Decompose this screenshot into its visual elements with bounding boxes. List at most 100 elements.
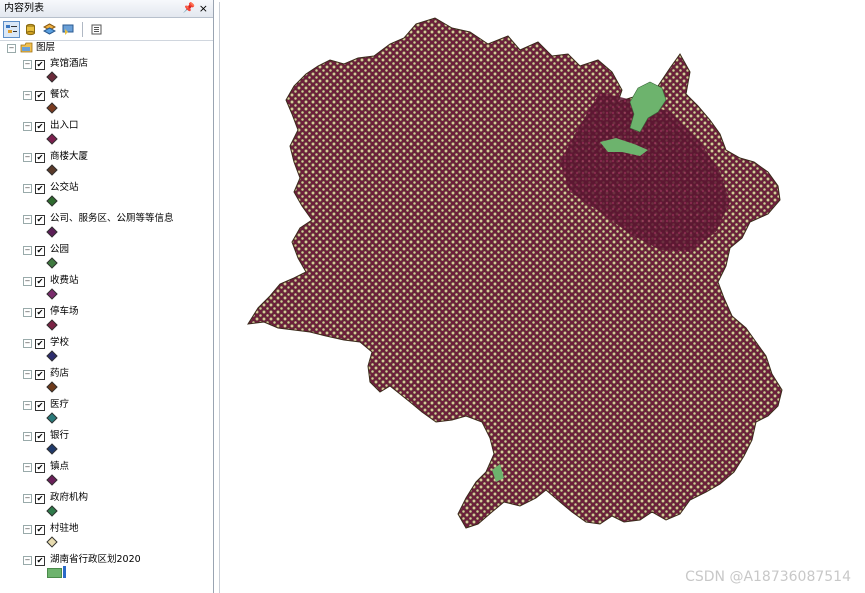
layer-visibility-checkbox[interactable]: ✔	[35, 91, 45, 101]
table-of-contents-panel: 内容列表 📌 × − 图层 −✔宾馆酒店−✔餐饮−✔出入口−	[0, 0, 214, 593]
collapse-toggle[interactable]: −	[23, 370, 32, 379]
collapse-toggle[interactable]: −	[23, 432, 32, 441]
layer-label[interactable]: 餐饮	[50, 88, 69, 102]
map-view[interactable]: CSDN @A18736087514	[219, 2, 865, 593]
collapse-toggle[interactable]: −	[23, 246, 32, 255]
toc-title-bar: 内容列表 📌 ×	[0, 0, 213, 18]
layer-label[interactable]: 银行	[50, 429, 69, 443]
layer-label[interactable]: 药店	[50, 367, 69, 381]
collapse-toggle[interactable]: −	[23, 215, 32, 224]
point-symbol-icon	[46, 412, 58, 424]
list-by-drawing-order-icon[interactable]	[3, 20, 20, 38]
layer-item[interactable]: − ✔ 公园	[0, 242, 212, 273]
point-symbol-icon	[46, 350, 58, 362]
layer-visibility-checkbox[interactable]: ✔	[35, 215, 45, 225]
point-symbol-icon	[46, 443, 58, 455]
layer-visibility-checkbox[interactable]: ✔	[35, 370, 45, 380]
root-layers-label: 图层	[36, 42, 56, 53]
point-symbol-icon	[46, 257, 58, 269]
layer-item[interactable]: − ✔ 学校	[0, 335, 212, 366]
collapse-toggle[interactable]: −	[23, 153, 32, 162]
point-symbol-icon	[46, 536, 58, 548]
point-symbol-icon	[46, 226, 58, 238]
layer-item[interactable]: − ✔ 湖南省行政区划2020	[0, 552, 212, 583]
layer-label[interactable]: 公园	[50, 243, 69, 257]
layer-item[interactable]: − ✔ 村驻地	[0, 521, 212, 552]
layer-item[interactable]: − ✔ 宾馆酒店	[0, 56, 212, 87]
layer-item[interactable]: − ✔ 镇点	[0, 459, 212, 490]
collapse-toggle[interactable]: −	[23, 525, 32, 534]
layer-label[interactable]: 公交站	[50, 181, 79, 195]
layer-item[interactable]: − ✔ 公司、服务区、公厕等等信息	[0, 211, 212, 242]
layer-label[interactable]: 政府机构	[50, 491, 88, 505]
collapse-toggle[interactable]: −	[23, 401, 32, 410]
collapse-toggle[interactable]: −	[23, 60, 32, 69]
point-symbol-icon	[46, 381, 58, 393]
point-symbol-icon	[46, 133, 58, 145]
close-icon[interactable]: ×	[199, 0, 208, 17]
collapse-toggle[interactable]: −	[23, 184, 32, 193]
layer-label[interactable]: 商楼大厦	[50, 150, 88, 164]
layer-item[interactable]: − ✔ 餐饮	[0, 87, 212, 118]
layer-visibility-checkbox[interactable]: ✔	[35, 339, 45, 349]
collapse-toggle[interactable]: −	[23, 463, 32, 472]
layer-tree: − 图层 − ✔ 宾馆酒店 − ✔ 餐饮 − ✔ 出入口 − ✔ 商楼大厦 − ✔ 公交站 − ✔ 公司、服务区、…	[0, 40, 212, 583]
collapse-toggle[interactable]: −	[23, 494, 32, 503]
layer-label[interactable]: 医疗	[50, 398, 69, 412]
pin-icon[interactable]: 📌	[183, 0, 195, 17]
layer-label[interactable]: 湖南省行政区划2020	[50, 553, 141, 567]
point-symbol-icon	[46, 505, 58, 517]
layer-visibility-checkbox[interactable]: ✔	[35, 401, 45, 411]
collapse-toggle[interactable]: −	[23, 122, 32, 131]
layer-visibility-checkbox[interactable]: ✔	[35, 60, 45, 70]
layer-visibility-checkbox[interactable]: ✔	[35, 525, 45, 535]
point-symbol-icon	[46, 71, 58, 83]
layer-visibility-checkbox[interactable]: ✔	[35, 308, 45, 318]
collapse-toggle[interactable]: −	[23, 339, 32, 348]
layer-visibility-checkbox[interactable]: ✔	[35, 494, 45, 504]
list-by-visibility-icon[interactable]	[41, 21, 58, 38]
list-by-source-icon[interactable]	[22, 21, 39, 38]
layer-label[interactable]: 村驻地	[50, 522, 79, 536]
collapse-toggle[interactable]: −	[23, 91, 32, 100]
layer-label[interactable]: 停车场	[50, 305, 79, 319]
layer-item[interactable]: − ✔ 公交站	[0, 180, 212, 211]
layer-visibility-checkbox[interactable]: ✔	[35, 184, 45, 194]
collapse-toggle[interactable]: −	[23, 308, 32, 317]
layer-visibility-checkbox[interactable]: ✔	[35, 122, 45, 132]
layer-label[interactable]: 收费站	[50, 274, 79, 288]
layer-label[interactable]: 镇点	[50, 460, 69, 474]
layer-label[interactable]: 公司、服务区、公厕等等信息	[50, 212, 174, 226]
toc-toolbar	[0, 18, 213, 41]
point-symbol-icon	[46, 319, 58, 331]
point-symbol-icon	[46, 102, 58, 114]
layer-visibility-checkbox[interactable]: ✔	[35, 463, 45, 473]
layer-item[interactable]: − ✔ 商楼大厦	[0, 149, 212, 180]
layer-label[interactable]: 宾馆酒店	[50, 57, 88, 71]
layer-visibility-checkbox[interactable]: ✔	[35, 153, 45, 163]
layer-visibility-checkbox[interactable]: ✔	[35, 556, 45, 566]
point-symbol-icon	[46, 164, 58, 176]
options-icon[interactable]	[88, 21, 105, 38]
province-outline[interactable]	[247, 17, 783, 529]
collapse-toggle[interactable]: −	[7, 44, 16, 53]
collapse-toggle[interactable]: −	[23, 277, 32, 286]
layer-list: − ✔ 宾馆酒店 − ✔ 餐饮 − ✔ 出入口 − ✔ 商楼大厦 − ✔ 公交站 − ✔ 公司、服务区、公厕等等信…	[0, 56, 212, 583]
layer-item[interactable]: − ✔ 出入口	[0, 118, 212, 149]
layer-visibility-checkbox[interactable]: ✔	[35, 277, 45, 287]
layer-label[interactable]: 学校	[50, 336, 69, 350]
collapse-toggle[interactable]: −	[23, 556, 32, 565]
hunan-map[interactable]	[220, 2, 865, 593]
layer-visibility-checkbox[interactable]: ✔	[35, 246, 45, 256]
layer-item[interactable]: − ✔ 医疗	[0, 397, 212, 428]
toc-title: 内容列表	[4, 3, 44, 14]
layer-label[interactable]: 出入口	[50, 119, 79, 133]
layer-item[interactable]: − ✔ 收费站	[0, 273, 212, 304]
layer-item[interactable]: − ✔ 银行	[0, 428, 212, 459]
layer-item[interactable]: − ✔ 停车场	[0, 304, 212, 335]
list-by-selection-icon[interactable]	[60, 21, 77, 38]
layer-visibility-checkbox[interactable]: ✔	[35, 432, 45, 442]
layer-item[interactable]: − ✔ 政府机构	[0, 490, 212, 521]
root-layers-node[interactable]: − 图层	[0, 40, 212, 56]
layer-item[interactable]: − ✔ 药店	[0, 366, 212, 397]
